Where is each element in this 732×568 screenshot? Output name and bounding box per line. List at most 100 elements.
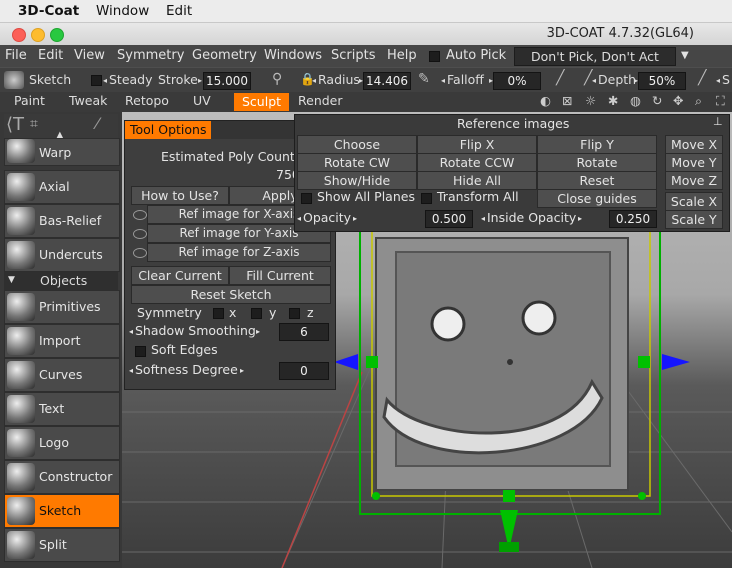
symmetry-x-checkbox[interactable] xyxy=(213,308,224,319)
tool-primitives[interactable]: Primitives xyxy=(4,290,120,324)
gizmo-bottom-handle[interactable] xyxy=(503,490,515,502)
frame-icon[interactable]: ⌗ xyxy=(30,116,38,132)
mac-edit-menu[interactable]: Edit xyxy=(166,3,192,19)
frame-view-icon[interactable]: ⛶ xyxy=(716,93,725,109)
rotate-cw-button[interactable]: Rotate CW xyxy=(297,153,417,172)
rotate-ccw-button[interactable]: Rotate CCW xyxy=(417,153,537,172)
tab-tweak[interactable]: Tweak xyxy=(69,93,107,108)
choose-button[interactable]: Choose xyxy=(297,135,417,154)
transform-all-checkbox[interactable] xyxy=(421,193,432,204)
move-x-button[interactable]: Move X xyxy=(665,135,723,154)
tool-options-title[interactable]: Tool Options xyxy=(125,121,212,139)
menu-geometry[interactable]: Geometry xyxy=(192,48,257,63)
environment-icon[interactable]: ⊠ xyxy=(562,93,572,108)
tool-split[interactable]: Split xyxy=(4,528,120,562)
move-z-button[interactable]: Move Z xyxy=(665,171,723,190)
menu-help[interactable]: Help xyxy=(387,48,417,63)
softness-degree-field[interactable]: 0 xyxy=(279,362,329,380)
menu-view[interactable]: View xyxy=(74,48,105,63)
pen-pressure-icon[interactable]: ⚲ xyxy=(272,71,282,87)
eye-icon[interactable] xyxy=(133,248,147,258)
show-hide-button[interactable]: Show/Hide xyxy=(297,171,417,190)
tab-paint[interactable]: Paint xyxy=(14,93,45,108)
gizmo-x-neg-arrow[interactable] xyxy=(334,354,358,370)
minimize-window-button[interactable] xyxy=(31,28,45,42)
tool-axial[interactable]: Axial xyxy=(4,170,120,204)
flip-x-button[interactable]: Flip X xyxy=(417,135,537,154)
tool-text[interactable]: Text xyxy=(4,392,120,426)
light-icon[interactable]: ☼ xyxy=(585,93,596,108)
smooth-brush-icon[interactable]: ╱ xyxy=(698,70,706,86)
menu-edit[interactable]: Edit xyxy=(38,48,63,63)
menu-symmetry[interactable]: Symmetry xyxy=(117,48,184,63)
menu-scripts[interactable]: Scripts xyxy=(331,48,375,63)
reset-sketch-button[interactable]: Reset Sketch xyxy=(131,285,331,304)
gizmo-x-pos-arrow[interactable] xyxy=(662,354,690,370)
gizmo-right-handle[interactable] xyxy=(638,356,650,368)
mac-window-menu[interactable]: Window xyxy=(96,3,149,19)
tool-sketch[interactable]: Sketch xyxy=(4,494,120,528)
opacity-field[interactable]: 0.500 xyxy=(425,210,473,228)
close-window-button[interactable] xyxy=(12,28,26,42)
zoom-window-button[interactable] xyxy=(50,28,64,42)
tool-curves[interactable]: Curves xyxy=(4,358,120,392)
reset-button[interactable]: Reset xyxy=(537,171,657,190)
objects-section-header[interactable]: ▼ Objects xyxy=(4,272,118,290)
tab-retopo[interactable]: Retopo xyxy=(125,93,169,108)
inside-opacity-field[interactable]: 0.250 xyxy=(609,210,657,228)
close-guides-button[interactable]: Close guides xyxy=(537,189,657,208)
flip-y-button[interactable]: Flip Y xyxy=(537,135,657,154)
tab-render[interactable]: Render xyxy=(298,93,343,108)
how-to-use-button[interactable]: How to Use? xyxy=(131,186,229,205)
fill-current-button[interactable]: Fill Current xyxy=(229,266,331,285)
tool-warp[interactable]: Warp xyxy=(4,138,120,166)
auto-pick-dropdown[interactable]: Don't Pick, Don't Act xyxy=(514,47,676,66)
falloff-value-field[interactable]: 0% xyxy=(493,72,541,90)
tool-logo[interactable]: Logo xyxy=(4,426,120,460)
ref-image-z-button[interactable]: Ref image for Z-axis xyxy=(147,243,331,262)
tool-undercuts[interactable]: Undercuts xyxy=(4,238,120,272)
shading-icon[interactable]: ◐ xyxy=(540,93,551,108)
settings-icon[interactable]: ✱ xyxy=(608,93,618,108)
radius-value-field[interactable]: 14.406 xyxy=(363,72,411,90)
eye-icon[interactable] xyxy=(133,210,147,220)
symmetry-y-checkbox[interactable] xyxy=(251,308,262,319)
stroke-value-field[interactable]: 15.000 xyxy=(203,72,251,90)
soft-edges-checkbox[interactable] xyxy=(135,346,146,357)
tool-constructor[interactable]: Constructor xyxy=(4,460,120,494)
clear-current-button[interactable]: Clear Current xyxy=(131,266,229,285)
gizmo-left-handle[interactable] xyxy=(366,356,378,368)
chevron-down-icon[interactable]: ▼ xyxy=(681,50,689,61)
eye-icon[interactable] xyxy=(133,229,147,239)
drop-icon[interactable]: ◍ xyxy=(630,93,641,108)
steady-stroke-checkbox[interactable] xyxy=(91,75,102,86)
symmetry-z-checkbox[interactable] xyxy=(289,308,300,319)
brush-icon[interactable]: ⁄ xyxy=(96,114,99,133)
scale-x-button[interactable]: Scale X xyxy=(665,192,723,211)
menu-file[interactable]: File xyxy=(5,48,27,63)
shadow-smoothing-field[interactable]: 6 xyxy=(279,323,329,341)
brush-icon[interactable]: ✎ xyxy=(418,71,430,87)
hide-all-button[interactable]: Hide All xyxy=(417,171,537,190)
pan-view-icon[interactable]: ✥ xyxy=(673,93,683,108)
gizmo-corner-br[interactable] xyxy=(638,492,646,500)
tool-bas-relief[interactable]: Bas-Relief xyxy=(4,204,120,238)
menu-windows[interactable]: Windows xyxy=(264,48,322,63)
inside-opacity-label: Inside Opacity xyxy=(487,210,577,225)
depth-stroke-icon[interactable]: ╱ xyxy=(556,70,564,86)
mac-app-menu[interactable]: 3D-Coat xyxy=(18,3,79,19)
move-y-button[interactable]: Move Y xyxy=(665,153,723,172)
depth-value-field[interactable]: 50% xyxy=(638,72,686,90)
rotate-button[interactable]: Rotate xyxy=(537,153,657,172)
show-all-planes-checkbox[interactable] xyxy=(301,193,312,204)
tab-sculpt[interactable]: Sculpt xyxy=(234,93,290,111)
tool-import[interactable]: Import xyxy=(4,324,120,358)
tab-uv[interactable]: UV xyxy=(193,93,211,108)
pin-icon[interactable]: ⊥ xyxy=(713,115,723,128)
gizmo-corner-bl[interactable] xyxy=(372,492,380,500)
rotate-view-icon[interactable]: ↻ xyxy=(652,93,662,108)
zoom-view-icon[interactable]: ⌕ xyxy=(695,93,702,109)
text-tool-icon[interactable]: ⟨T xyxy=(6,114,24,135)
auto-pick-checkbox[interactable] xyxy=(429,51,440,62)
scale-y-button[interactable]: Scale Y xyxy=(665,210,723,229)
